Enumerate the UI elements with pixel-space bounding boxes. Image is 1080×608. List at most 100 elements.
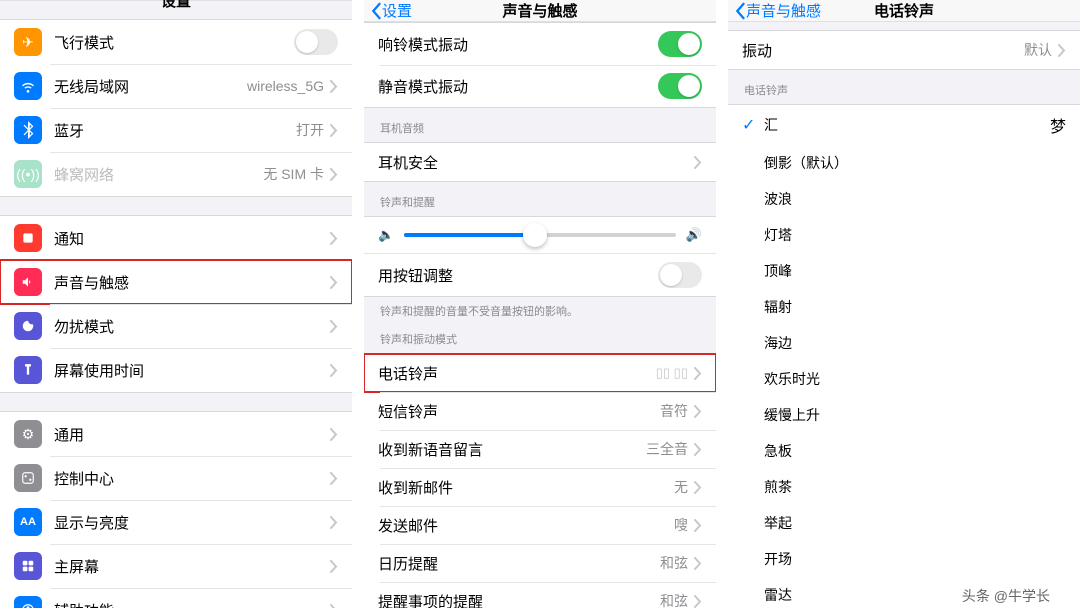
vibration-detail: 默认	[1024, 40, 1052, 60]
chevron-right-icon	[330, 276, 338, 289]
back-label: 声音与触感	[746, 0, 821, 21]
control-center-label: 控制中心	[54, 468, 330, 489]
ringtone-option-label: 波浪	[764, 189, 1066, 209]
ringtone-option[interactable]: 辐射	[728, 289, 1080, 325]
change-with-buttons-toggle[interactable]	[658, 262, 702, 288]
wifi-cell[interactable]: 无线局域网 wireless_5G	[0, 64, 352, 108]
ringtone-option[interactable]: 举起	[728, 505, 1080, 541]
patterns-group: 电话铃声 ▯▯ ▯▯ 短信铃声 音符 收到新语音留言 三全音 收到新邮件 无 发…	[364, 353, 716, 608]
cellular-label: 蜂窝网络	[54, 164, 263, 185]
ringtone-selected-suffix: 梦	[1050, 113, 1066, 137]
general-cell[interactable]: ⚙ 通用	[0, 412, 352, 456]
volume-high-icon: 🔊	[686, 227, 702, 243]
headphone-safety-cell[interactable]: 耳机安全	[364, 143, 716, 181]
wifi-icon	[14, 72, 42, 100]
nav-header: 设置 声音与触感	[364, 0, 716, 22]
headphone-safety-label: 耳机安全	[378, 152, 694, 173]
airplane-mode-cell[interactable]: ✈ 飞行模式	[0, 20, 352, 64]
sent-mail-cell[interactable]: 发送邮件 嗖	[364, 506, 716, 544]
text-tone-cell[interactable]: 短信铃声 音符	[364, 392, 716, 430]
ringtone-option-label: 灯塔	[764, 225, 1066, 245]
screentime-icon	[14, 356, 42, 384]
vibrate-ring-cell[interactable]: 响铃模式振动	[364, 23, 716, 65]
volume-low-icon: 🔈	[378, 227, 394, 243]
general-icon: ⚙	[14, 420, 42, 448]
chevron-right-icon	[330, 320, 338, 333]
new-mail-cell[interactable]: 收到新邮件 无	[364, 468, 716, 506]
sounds-haptics-panel: 设置 声音与触感 响铃模式振动 静音模式振动 耳机音频 耳机安全 铃声和提醒 🔈…	[364, 0, 716, 608]
attention-group: 通知 声音与触感 勿扰模式 屏幕使用时间	[0, 215, 352, 393]
vibrate-silent-cell[interactable]: 静音模式振动	[364, 65, 716, 107]
ringtone-option[interactable]: 海边	[728, 325, 1080, 361]
change-with-buttons-label: 用按钮调整	[378, 265, 658, 286]
ringtone-selected-label: 汇	[764, 115, 1050, 135]
chevron-right-icon	[330, 604, 338, 608]
ringtone-option[interactable]: 煎茶	[728, 469, 1080, 505]
ringtone-option[interactable]: 灯塔	[728, 217, 1080, 253]
ringtone-list: ✓ 汇 梦 倒影（默认）波浪灯塔顶峰辐射海边欢乐时光缓慢上升急板煎茶举起开场雷达	[728, 104, 1080, 608]
ringtone-selected[interactable]: ✓ 汇 梦	[728, 105, 1080, 145]
chevron-right-icon	[330, 472, 338, 485]
vibration-cell[interactable]: 振动 默认	[728, 31, 1080, 69]
nav-header: 设置	[0, 0, 352, 1]
vibrate-group: 响铃模式振动 静音模式振动	[364, 22, 716, 108]
calendar-cell[interactable]: 日历提醒 和弦	[364, 544, 716, 582]
cellular-cell[interactable]: ((•)) 蜂窝网络 无 SIM 卡	[0, 152, 352, 196]
ringtone-option-label: 辐射	[764, 297, 1066, 317]
ringer-note: 铃声和提醒的音量不受音量按钮的影响。	[364, 297, 716, 319]
screentime-cell[interactable]: 屏幕使用时间	[0, 348, 352, 392]
dnd-cell[interactable]: 勿扰模式	[0, 304, 352, 348]
chevron-right-icon	[330, 516, 338, 529]
vibrate-ring-label: 响铃模式振动	[378, 34, 658, 55]
nav-header: 声音与触感 电话铃声	[728, 0, 1080, 22]
notifications-icon	[14, 224, 42, 252]
wifi-label: 无线局域网	[54, 76, 247, 97]
back-button[interactable]: 声音与触感	[728, 0, 821, 21]
ringtone-option[interactable]: 开场	[728, 541, 1080, 577]
home-screen-cell[interactable]: 主屏幕	[0, 544, 352, 588]
sent-mail-detail: 嗖	[674, 515, 688, 535]
ringtone-option[interactable]: 倒影（默认）	[728, 145, 1080, 181]
calendar-label: 日历提醒	[378, 553, 660, 574]
vibrate-silent-toggle[interactable]	[658, 73, 702, 99]
sounds-haptics-cell[interactable]: 声音与触感	[0, 260, 352, 304]
display-cell[interactable]: AA 显示与亮度	[0, 500, 352, 544]
reminders-cell[interactable]: 提醒事项的提醒 和弦	[364, 582, 716, 608]
slider-fill	[404, 233, 534, 237]
change-with-buttons-cell[interactable]: 用按钮调整	[364, 254, 716, 296]
airplane-icon: ✈	[14, 28, 42, 56]
voicemail-cell[interactable]: 收到新语音留言 三全音	[364, 430, 716, 468]
notifications-cell[interactable]: 通知	[0, 216, 352, 260]
ringtone-option-label: 举起	[764, 513, 1066, 533]
general-label: 通用	[54, 424, 330, 445]
control-center-cell[interactable]: 控制中心	[0, 456, 352, 500]
chevron-right-icon	[694, 156, 702, 169]
page-title: 声音与触感	[364, 0, 716, 21]
voicemail-label: 收到新语音留言	[378, 439, 646, 460]
chevron-right-icon	[330, 364, 338, 377]
ringtone-option[interactable]: 急板	[728, 433, 1080, 469]
ringtone-option[interactable]: 缓慢上升	[728, 397, 1080, 433]
ringtone-panel: 声音与触感 电话铃声 振动 默认 电话铃声 ✓ 汇 梦 倒影（默认）波浪灯塔顶峰…	[728, 0, 1080, 608]
ringtone-cell[interactable]: 电话铃声 ▯▯ ▯▯	[364, 354, 716, 392]
accessibility-cell[interactable]: 辅助功能	[0, 588, 352, 608]
chevron-right-icon	[694, 405, 702, 418]
screentime-label: 屏幕使用时间	[54, 360, 330, 381]
sent-mail-label: 发送邮件	[378, 515, 674, 536]
ringtone-option[interactable]: 欢乐时光	[728, 361, 1080, 397]
back-button[interactable]: 设置	[364, 0, 412, 21]
bluetooth-cell[interactable]: 蓝牙 打开	[0, 108, 352, 152]
text-tone-label: 短信铃声	[378, 401, 660, 422]
dnd-label: 勿扰模式	[54, 316, 330, 337]
slider-thumb[interactable]	[523, 223, 547, 247]
cellular-icon: ((•))	[14, 160, 42, 188]
patterns-header: 铃声和振动模式	[364, 319, 716, 353]
new-mail-label: 收到新邮件	[378, 477, 674, 498]
ringtone-option[interactable]: 波浪	[728, 181, 1080, 217]
volume-slider[interactable]	[404, 233, 676, 237]
ringtone-option[interactable]: 顶峰	[728, 253, 1080, 289]
chevron-right-icon	[694, 481, 702, 494]
airplane-toggle[interactable]	[294, 29, 338, 55]
vibrate-ring-toggle[interactable]	[658, 31, 702, 57]
sounds-label: 声音与触感	[54, 272, 330, 293]
